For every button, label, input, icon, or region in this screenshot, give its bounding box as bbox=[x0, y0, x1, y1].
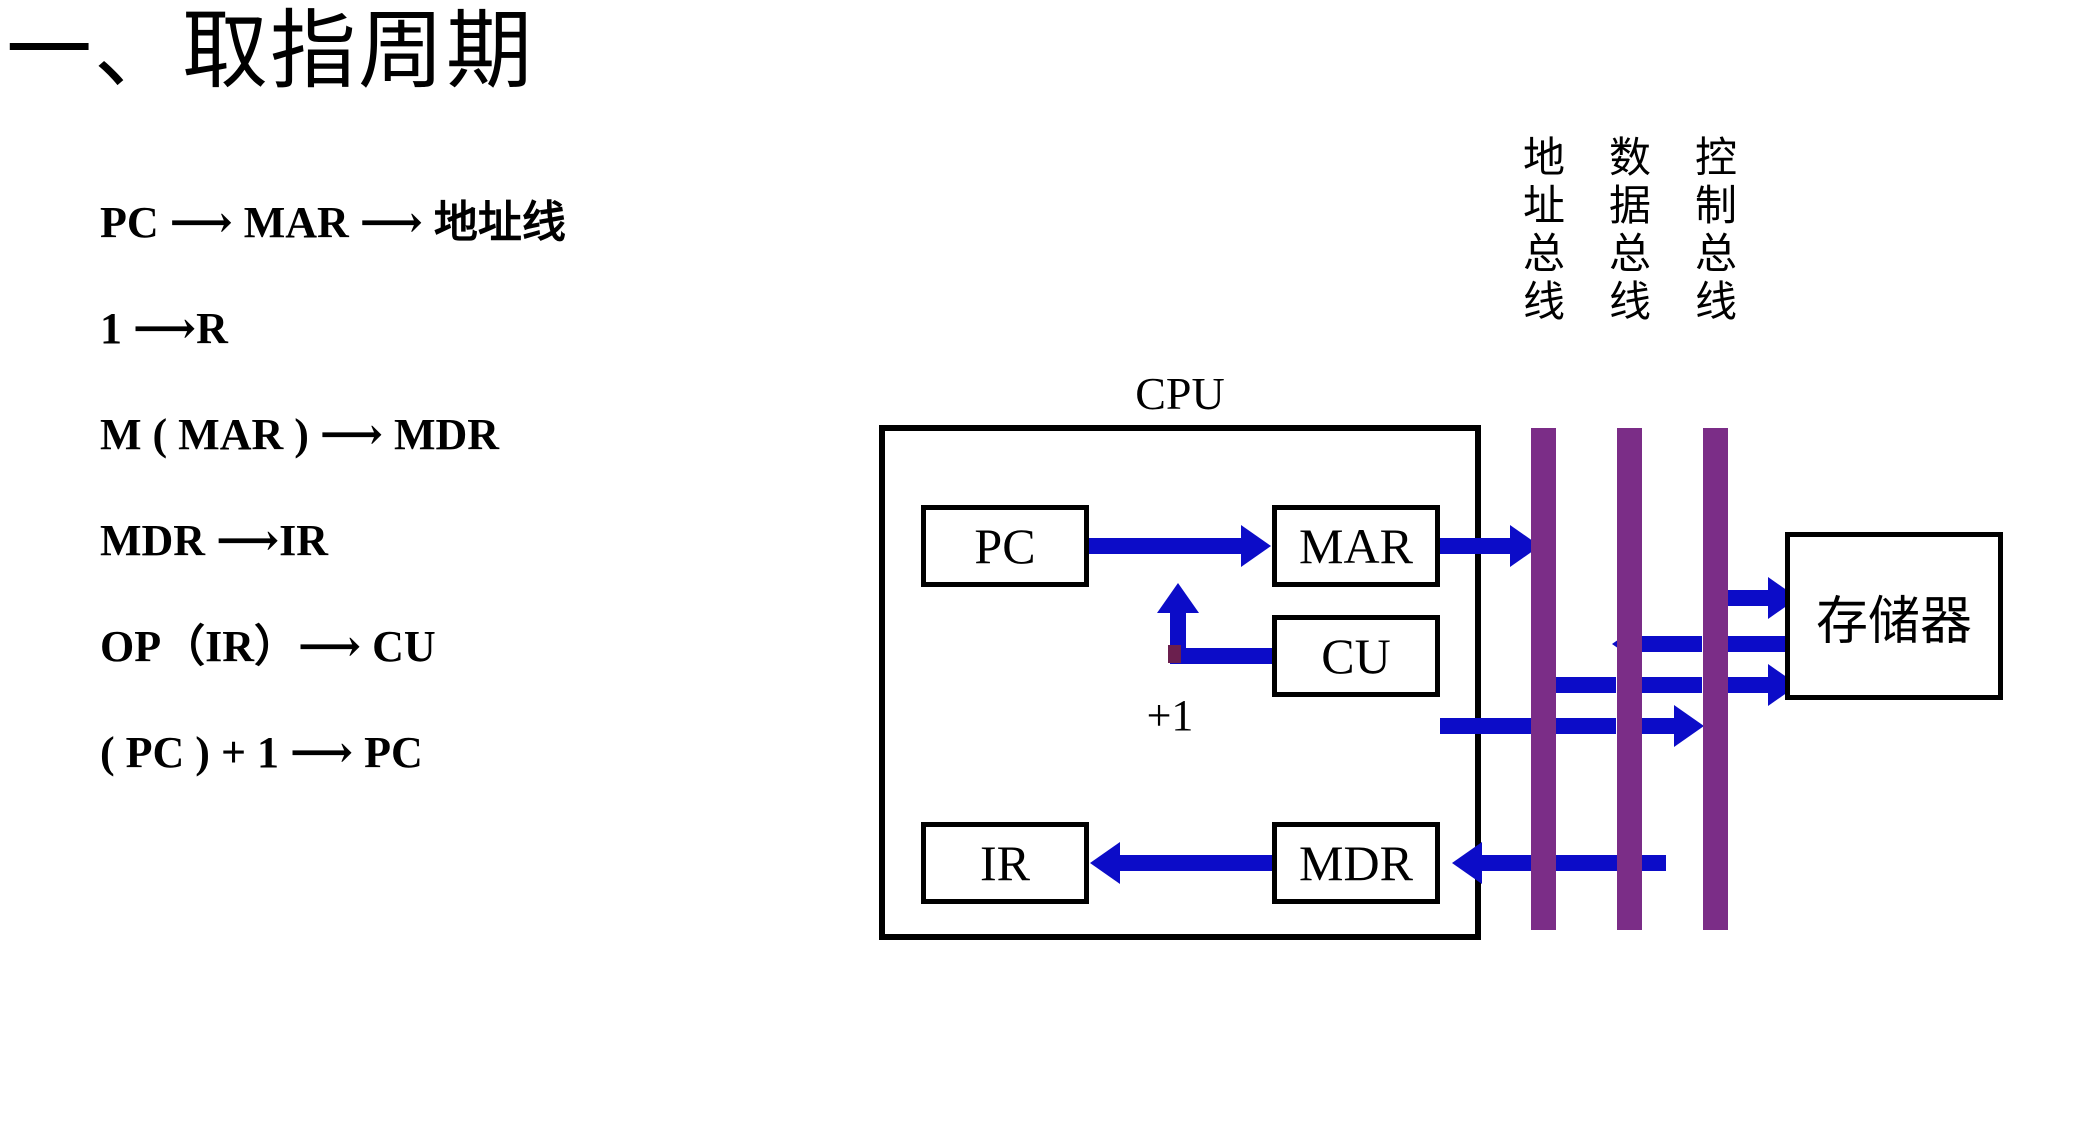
arrow-control-to-memory-segment-c bbox=[1728, 677, 1768, 693]
bus-caption-address-char-3: 总 bbox=[1522, 229, 1565, 278]
bus-caption-control-char-1: 控 bbox=[1694, 133, 1737, 182]
bus-caption-address-char-1: 地 bbox=[1522, 133, 1565, 182]
bus-caption-control-char-4: 线 bbox=[1694, 277, 1737, 326]
bus-caption-data: 数 据 总 线 bbox=[1607, 134, 1653, 326]
bus-caption-data-char-1: 数 bbox=[1608, 133, 1651, 182]
arrow-cu-to-control-bus-head bbox=[1674, 705, 1704, 747]
arrow-address-bus-to-memory-line bbox=[1728, 590, 1768, 606]
register-box-pc: PC bbox=[921, 505, 1089, 587]
memory-box: 存储器 bbox=[1785, 532, 2003, 700]
arrow-mar-to-address-bus-line bbox=[1440, 538, 1510, 554]
bus-caption-data-char-4: 线 bbox=[1608, 277, 1651, 326]
arrow-control-to-memory-segment-a bbox=[1556, 677, 1616, 693]
arrow-mdr-to-ir-head bbox=[1090, 842, 1120, 884]
arrow-cu-to-pc-head bbox=[1157, 583, 1199, 613]
bus-caption-address-char-2: 址 bbox=[1522, 181, 1565, 230]
arrow-data-bus-to-mdr-head bbox=[1452, 842, 1482, 884]
bus-caption-control-char-3: 总 bbox=[1694, 229, 1737, 278]
arrow-mdr-to-ir-line bbox=[1120, 855, 1272, 871]
arrow-cu-to-control-bus-segment-a bbox=[1440, 718, 1531, 734]
control-bus-bar bbox=[1703, 428, 1728, 930]
increment-label: +1 bbox=[1146, 691, 1194, 740]
address-bus-bar bbox=[1531, 428, 1556, 930]
bus-caption-address: 地 址 总 线 bbox=[1521, 134, 1567, 326]
arrow-pc-to-mar-line bbox=[1089, 538, 1241, 554]
data-bus-bar bbox=[1617, 428, 1642, 930]
cpu-memory-bus-diagram: 地 址 总 线 数 据 总 线 控 制 总 线 CPU +1 PC MAR CU… bbox=[0, 0, 2094, 1142]
bus-caption-control: 控 制 总 线 bbox=[1693, 134, 1739, 326]
path-corner-marker bbox=[1168, 645, 1181, 663]
arrow-cu-to-control-bus-segment-c bbox=[1642, 718, 1674, 734]
arrow-cu-to-control-bus-segment-b bbox=[1556, 718, 1616, 734]
bus-caption-address-char-4: 线 bbox=[1522, 277, 1565, 326]
cpu-label: CPU bbox=[1135, 368, 1225, 419]
register-box-ir: IR bbox=[921, 822, 1089, 904]
slide-canvas: 一、取指周期 PC ⟶ MAR ⟶ 地址线 1 ⟶R M ( MAR ) ⟶ M… bbox=[0, 0, 2094, 1142]
arrow-control-to-memory-segment-b bbox=[1642, 677, 1702, 693]
arrow-pc-to-mar-head bbox=[1241, 525, 1271, 567]
register-box-mdr: MDR bbox=[1272, 822, 1440, 904]
arrow-data-bus-to-mdr-segment-right bbox=[1556, 855, 1666, 871]
bus-caption-data-char-2: 据 bbox=[1608, 181, 1651, 230]
arrow-memory-to-data-bus-segment-mid bbox=[1642, 636, 1702, 652]
arrow-memory-to-data-bus-segment-right bbox=[1728, 636, 1785, 652]
bus-caption-data-char-3: 总 bbox=[1608, 229, 1651, 278]
bus-caption-control-char-2: 制 bbox=[1694, 181, 1737, 230]
register-box-cu: CU bbox=[1272, 615, 1440, 697]
register-box-mar: MAR bbox=[1272, 505, 1440, 587]
